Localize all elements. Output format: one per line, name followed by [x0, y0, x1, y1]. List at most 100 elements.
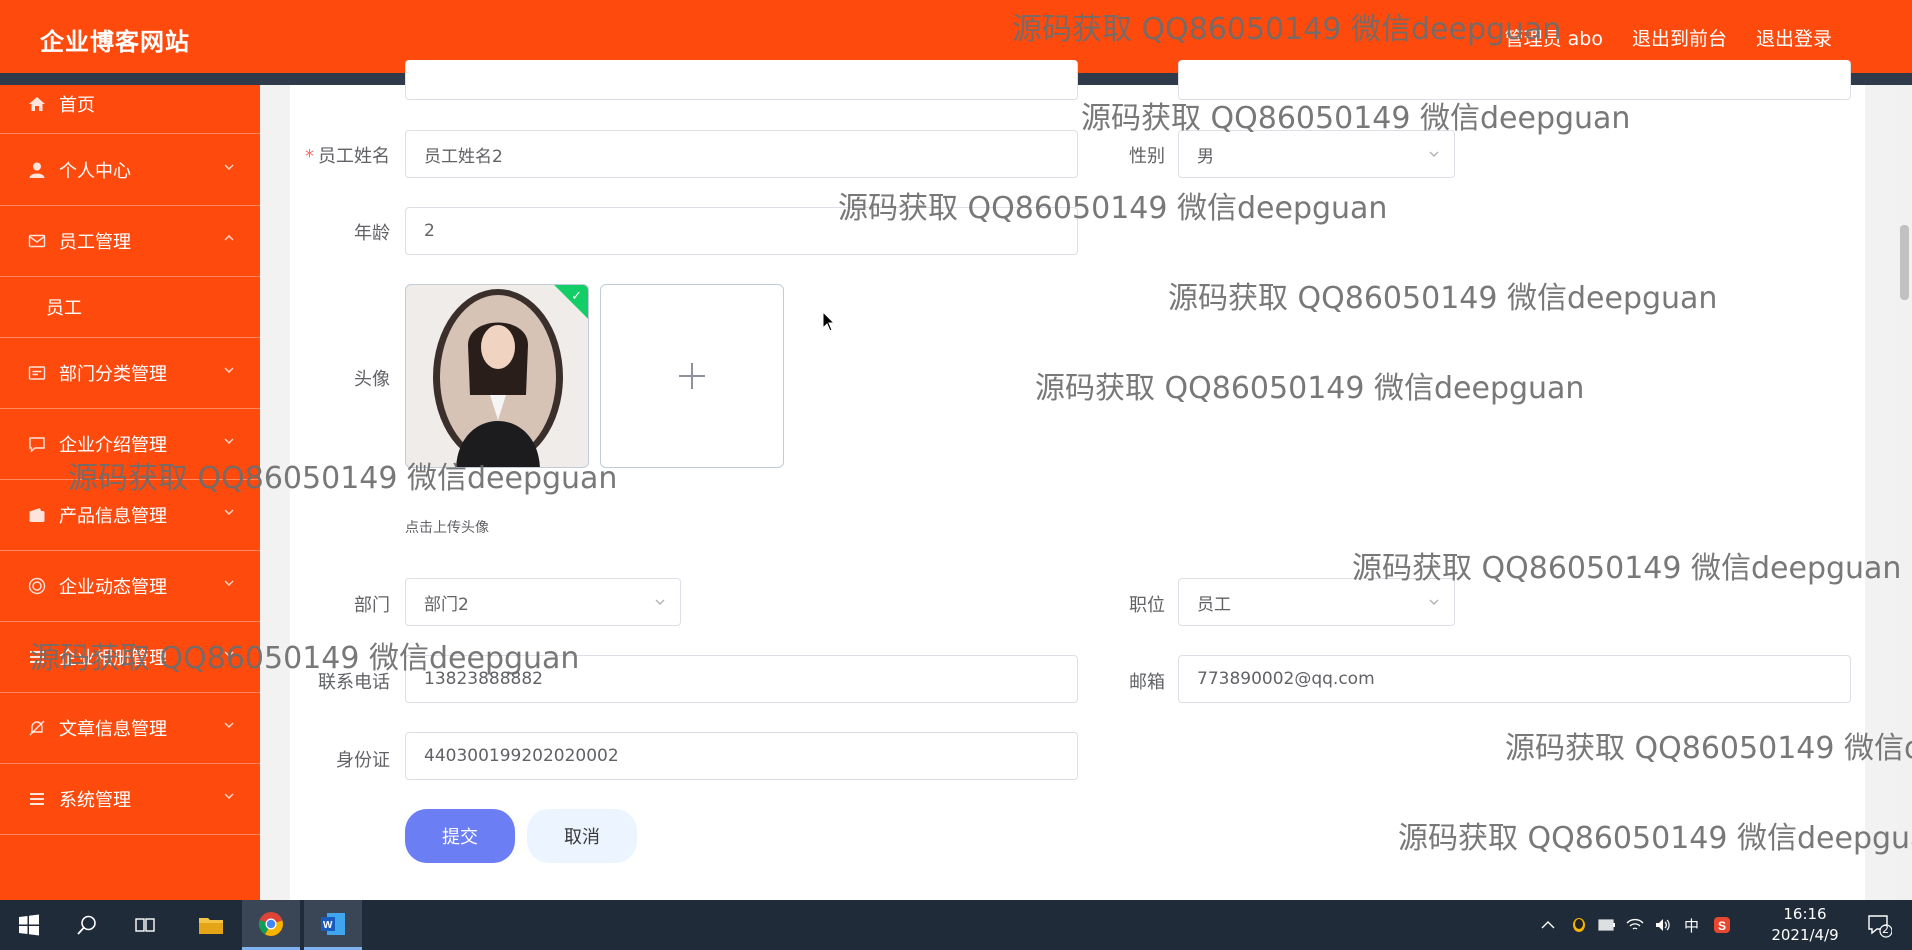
avatar-upload-hint: 点击上传头像	[405, 520, 489, 536]
page-scrollbar[interactable]	[1897, 85, 1912, 900]
watermark: 源码获取 QQ86050149 微信deepguan	[1081, 101, 1631, 136]
watermark: 源码获取 QQ86050149 微信deepguan	[1035, 371, 1585, 406]
logout-link[interactable]: 退出登录	[1756, 24, 1832, 51]
task-view-button[interactable]	[116, 900, 174, 950]
card-icon	[27, 363, 47, 383]
chevron-down-icon	[224, 367, 234, 373]
target-icon	[27, 576, 47, 596]
avatar-preview[interactable]: ✓	[405, 284, 589, 468]
chevron-down-icon	[224, 438, 234, 444]
avatar-label: 头像	[354, 369, 390, 390]
sidebar-item-label: 首页	[59, 95, 95, 116]
plus-icon	[679, 363, 705, 389]
watermark: 源码获取 QQ86050149 微信deepguan	[1168, 281, 1718, 316]
wifi-icon[interactable]	[1626, 917, 1644, 933]
sidebar-item-system-management[interactable]: 系统管理	[0, 764, 260, 835]
sidebar-item-home[interactable]: 首页	[0, 75, 260, 134]
watermark-clip: 源码获取 QQ86050149 微信deepguan	[1505, 723, 1912, 767]
watermark-clip: 源码获取 QQ86050149 微信deepguan	[1398, 813, 1912, 857]
watermark: 源码获取 QQ86050149 微信deepguan	[30, 641, 580, 676]
start-button[interactable]	[0, 900, 58, 950]
gender-label: 性别	[1129, 146, 1165, 167]
volume-icon[interactable]	[1654, 917, 1672, 933]
folder-icon	[199, 918, 223, 934]
search-button[interactable]	[58, 900, 116, 950]
chevron-down-icon	[1429, 599, 1439, 605]
search-icon	[77, 915, 96, 935]
sogou-input-icon[interactable]: S	[1713, 916, 1731, 934]
sidebar-item-personal-center[interactable]: 个人中心	[0, 135, 260, 206]
watermark: 源码获取 QQ86050149 微信deepguan	[1012, 12, 1562, 47]
ime-indicator[interactable]: 中	[1684, 915, 1699, 936]
department-select[interactable]: 部门2	[405, 578, 681, 626]
qq-icon[interactable]	[1570, 916, 1588, 934]
action-center-button[interactable]: 2	[1866, 912, 1893, 942]
sidebar-item-company-news[interactable]: 企业动态管理	[0, 551, 260, 622]
svg-text:W: W	[323, 920, 333, 931]
avatar-photo	[433, 289, 563, 467]
chrome-taskbar-button[interactable]	[242, 900, 300, 950]
clock-time: 16:16	[1783, 905, 1827, 923]
bell-off-icon	[27, 718, 47, 738]
id-card-input[interactable]: 440300199202020002	[405, 732, 1078, 780]
check-icon: ✓	[571, 289, 582, 304]
battery-icon[interactable]	[1598, 918, 1616, 932]
sidebar-item-label: 产品信息管理	[59, 506, 167, 527]
watermark: 源码获取 QQ86050149 微信deepguan	[1505, 731, 1912, 766]
sidebar-item-label: 员工管理	[59, 232, 131, 253]
chevron-down-icon	[224, 793, 234, 799]
age-label: 年龄	[354, 223, 390, 244]
taskbar-clock[interactable]: 16:16 2021/4/9	[1760, 904, 1850, 946]
sidebar-item-label: 系统管理	[59, 790, 131, 811]
position-label: 职位	[1129, 595, 1165, 616]
sidebar-item-department-category[interactable]: 部门分类管理	[0, 338, 260, 409]
avatar-upload-button[interactable]	[600, 284, 784, 468]
chat-icon	[27, 434, 47, 454]
windows-logo-icon	[19, 914, 39, 936]
chrome-icon	[258, 911, 283, 936]
exit-to-frontend-link[interactable]: 退出到前台	[1632, 24, 1727, 51]
sidebar-subitem-label: 员工	[46, 298, 82, 319]
watermark: 源码获取 QQ86050149 微信deepguan	[1352, 551, 1902, 586]
chevron-down-icon	[655, 599, 665, 605]
sidebar-item-label: 文章信息管理	[59, 719, 167, 740]
mouse-cursor-icon	[822, 311, 836, 332]
task-view-icon	[135, 918, 155, 932]
submit-button[interactable]: 提交	[405, 809, 515, 863]
name-label: * 员工姓名	[305, 146, 390, 167]
email-label: 邮箱	[1129, 672, 1165, 693]
sidebar-item-article-info[interactable]: 文章信息管理	[0, 693, 260, 764]
prev-field-input[interactable]	[405, 60, 1078, 100]
sidebar-item-label: 企业动态管理	[59, 577, 167, 598]
system-tray: 中 S	[1540, 900, 1731, 950]
site-brand: 企业博客网站	[40, 28, 190, 56]
watermark: 源码获取 QQ86050149 微信deepguan	[1398, 821, 1912, 856]
chevron-up-icon[interactable]	[1540, 917, 1556, 933]
chevron-down-icon	[224, 509, 234, 515]
wallet-icon	[27, 505, 47, 525]
sidebar-item-employee-management[interactable]: 员工管理	[0, 206, 260, 277]
menu-icon	[27, 789, 47, 809]
scrollbar-thumb[interactable]	[1900, 225, 1909, 300]
id-card-label: 身份证	[336, 750, 390, 771]
chevron-down-icon	[224, 164, 234, 170]
gender-select[interactable]: 男	[1178, 130, 1455, 178]
chevron-down-icon	[1429, 151, 1439, 157]
clock-date: 2021/4/9	[1771, 926, 1839, 944]
sidebar-subitem-employee[interactable]: 员工	[0, 277, 260, 338]
email-input[interactable]: 773890002@qq.com	[1178, 655, 1851, 703]
employee-name-input[interactable]: 员工姓名2	[405, 130, 1078, 178]
svg-text:S: S	[1718, 919, 1726, 933]
sidebar-item-label: 个人中心	[59, 161, 131, 182]
windows-taskbar: W 中 S 16:16 2021/4/9 2	[0, 900, 1912, 950]
cancel-button[interactable]: 取消	[527, 809, 637, 863]
chevron-up-icon	[224, 235, 234, 241]
mail-icon	[27, 231, 47, 251]
home-icon	[27, 94, 47, 114]
watermark: 源码获取 QQ86050149 微信deepguan	[68, 461, 618, 496]
file-explorer-button[interactable]	[182, 900, 240, 950]
word-taskbar-button[interactable]: W	[304, 900, 362, 950]
department-label: 部门	[354, 595, 390, 616]
chevron-down-icon	[224, 580, 234, 586]
watermark: 源码获取 QQ86050149 微信deepguan	[838, 191, 1388, 226]
